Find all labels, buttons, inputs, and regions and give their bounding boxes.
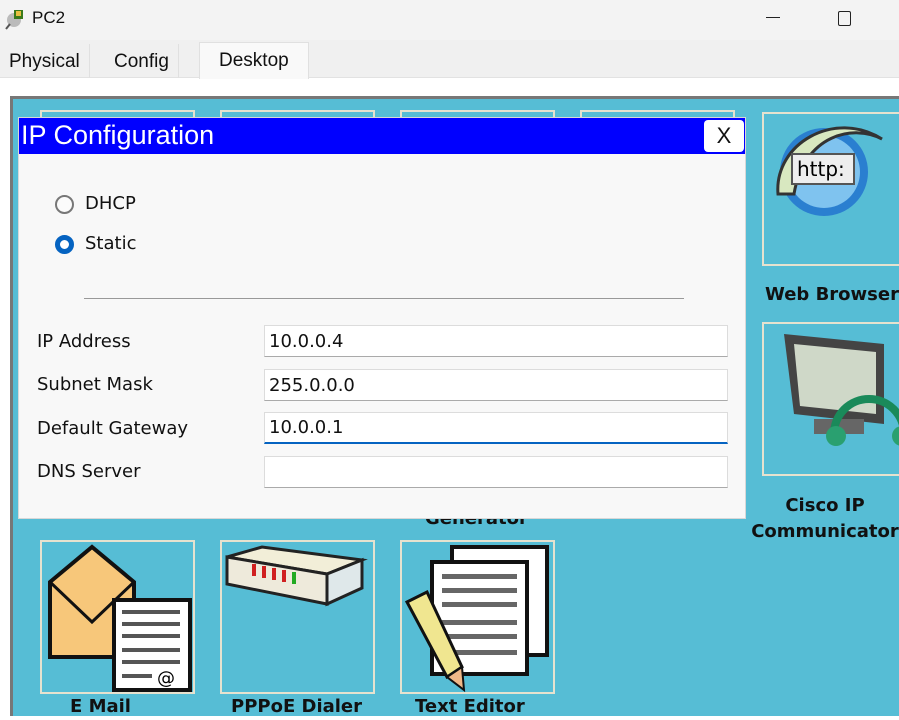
- tab-physical[interactable]: Physical: [0, 44, 90, 78]
- default-gateway-label: Default Gateway: [37, 418, 189, 439]
- web-browser-label: Web Browser: [765, 284, 899, 305]
- divider: [84, 298, 684, 299]
- dialog-header: IP Configuration X: [19, 118, 745, 154]
- dns-server-input[interactable]: [264, 456, 728, 488]
- ip-phone-icon: [784, 334, 899, 446]
- minimize-button[interactable]: [766, 17, 780, 18]
- web-browser-icon: http:: [776, 126, 883, 216]
- static-label[interactable]: Static: [85, 233, 136, 254]
- title-bar: PC2: [0, 0, 899, 40]
- text-editor-tile[interactable]: [400, 540, 555, 694]
- tab-desktop[interactable]: Desktop: [199, 42, 309, 79]
- email-label: E Mail: [70, 696, 131, 717]
- ip-communicator-tile[interactable]: [762, 322, 899, 476]
- subnet-mask-label: Subnet Mask: [37, 374, 153, 395]
- label-line-2: Communicator: [751, 521, 899, 542]
- pc-app-icon: [5, 10, 23, 30]
- ip-communicator-label: Cisco IP Communicator: [750, 493, 899, 545]
- svg-text:http:: http:: [797, 157, 845, 181]
- maximize-button[interactable]: [838, 11, 851, 26]
- email-icon: @: [48, 544, 192, 692]
- tab-bar: Physical Config Desktop: [0, 40, 899, 79]
- pppoe-dialer-label: PPPoE Dialer: [231, 696, 363, 717]
- default-gateway-input[interactable]: [264, 412, 728, 444]
- web-browser-tile[interactable]: http:: [762, 112, 899, 266]
- pppoe-dialer-icon: [225, 545, 368, 607]
- text-editor-icon: [404, 545, 549, 693]
- dns-server-label: DNS Server: [37, 461, 141, 482]
- ip-address-input[interactable]: [264, 325, 728, 357]
- label-line-1: Cisco IP: [785, 495, 865, 516]
- close-button[interactable]: X: [704, 120, 744, 152]
- ip-configuration-dialog: IP Configuration X DHCP Static IP Addres…: [18, 117, 746, 519]
- svg-text:@: @: [157, 668, 175, 689]
- tab-config[interactable]: Config: [105, 44, 179, 78]
- ip-address-label: IP Address: [37, 331, 131, 352]
- dialog-title: IP Configuration: [21, 120, 215, 150]
- subnet-mask-input[interactable]: [264, 369, 728, 401]
- static-radio[interactable]: [55, 235, 74, 254]
- window-title: PC2: [32, 8, 66, 27]
- dhcp-label[interactable]: DHCP: [85, 193, 136, 214]
- text-editor-label: Text Editor: [415, 696, 525, 717]
- email-tile[interactable]: @: [40, 540, 195, 694]
- pppoe-dialer-tile[interactable]: [220, 540, 375, 694]
- dhcp-radio[interactable]: [55, 195, 74, 214]
